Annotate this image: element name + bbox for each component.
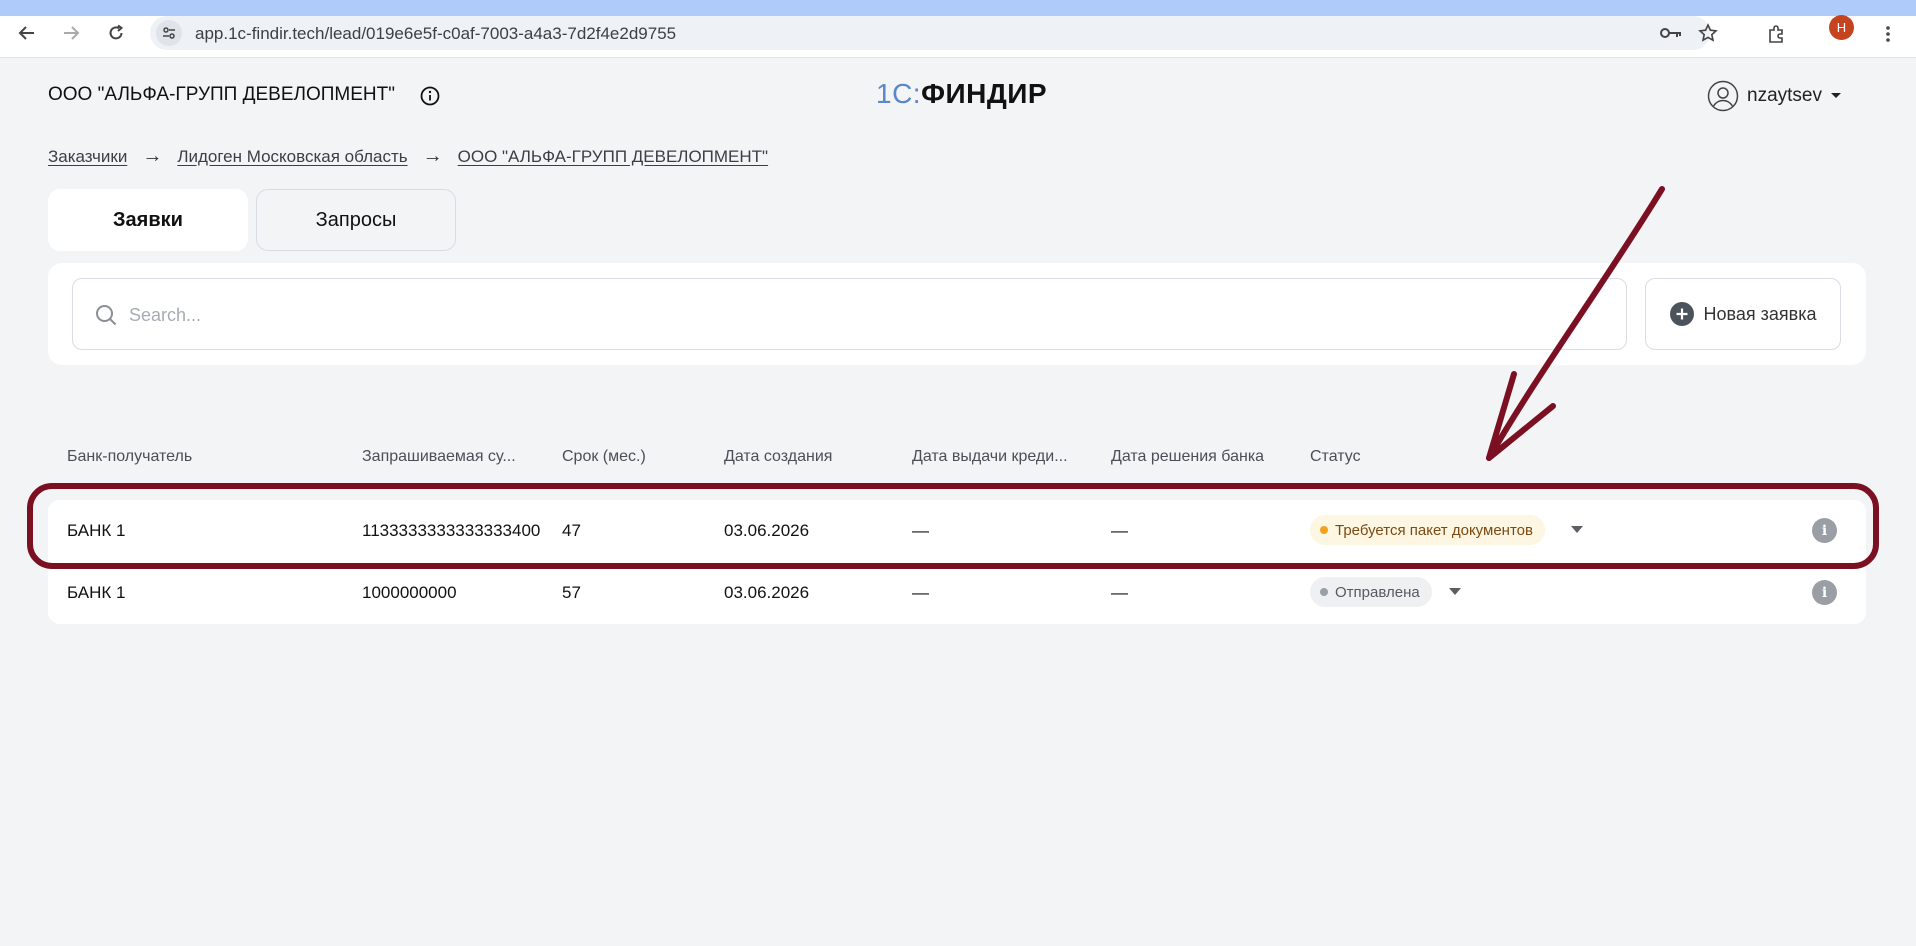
column-header-status[interactable]: Статус [1310, 448, 1361, 466]
company-title: ООО "АЛЬФА-ГРУПП ДЕВЕЛОПМЕНТ" [48, 84, 395, 105]
column-header-decision[interactable]: Дата решения банка [1111, 448, 1264, 466]
status-dot-icon [1320, 588, 1328, 596]
reload-icon [109, 24, 124, 40]
table-body: БАНК 1 1133333333333333400 47 03.06.2026… [48, 500, 1866, 624]
back-button[interactable] [12, 18, 42, 48]
column-header-amount[interactable]: Запрашиваемая су... [362, 448, 516, 466]
address-bar[interactable]: app.1c-findir.tech/lead/019e6e5f-c0af-70… [150, 16, 1718, 50]
cell-decision: — [1111, 521, 1128, 540]
column-header-bank[interactable]: Банк-получатель [67, 448, 192, 466]
breadcrumb-link-company[interactable]: ООО "АЛЬФА-ГРУПП ДЕВЕЛОПМЕНТ" [458, 147, 768, 167]
extensions-icon[interactable] [1762, 20, 1790, 48]
status-badge[interactable]: Отправлена [1310, 577, 1432, 607]
cell-bank: БАНК 1 [67, 521, 126, 540]
browser-toolbar: app.1c-findir.tech/lead/019e6e5f-c0af-70… [0, 16, 1916, 58]
status-badge[interactable]: Требуется пакет документов [1310, 515, 1545, 545]
column-header-issued[interactable]: Дата выдачи креди... [912, 448, 1068, 466]
cell-decision: — [1111, 583, 1128, 602]
password-key-icon[interactable] [1658, 20, 1684, 46]
browser-tab-strip [0, 0, 1916, 16]
caret-down-icon [1830, 93, 1841, 98]
browser-menu-icon[interactable] [1874, 20, 1902, 48]
row-info-icon[interactable]: i [1812, 580, 1837, 605]
logo-prefix: 1С: [876, 78, 922, 109]
reload-button[interactable] [101, 18, 131, 48]
cell-bank: БАНК 1 [67, 583, 126, 602]
row-info-icon[interactable]: i [1812, 518, 1837, 543]
cell-issued: — [912, 521, 929, 540]
breadcrumb-arrow-icon: → [422, 145, 443, 167]
cell-created: 03.06.2026 [724, 583, 810, 602]
cell-amount: 1133333333333333400 [362, 521, 541, 540]
company-info-icon[interactable] [419, 85, 441, 107]
table-row[interactable]: БАНК 1 1133333333333333400 47 03.06.2026… [48, 500, 1866, 562]
search-panel: Новая заявка [48, 263, 1866, 365]
table-row[interactable]: БАНК 1 1000000000 57 03.06.2026 — — Отпр… [48, 562, 1866, 624]
logo-name: ФИНДИР [921, 78, 1048, 109]
new-request-label: Новая заявка [1703, 303, 1817, 324]
tab-queries[interactable]: Запросы [256, 189, 456, 251]
status-dot-icon [1320, 526, 1328, 534]
forward-button[interactable] [56, 18, 86, 48]
annotation-arrowhead-icon [1486, 371, 1556, 461]
search-box[interactable] [72, 278, 1627, 350]
arrow-left-icon [18, 26, 34, 40]
status-label: Отправлена [1335, 583, 1420, 601]
annotation-overlay [27, 186, 1879, 569]
user-avatar-icon [1707, 80, 1739, 112]
breadcrumb-arrow-icon: → [142, 145, 163, 167]
status-dropdown-icon[interactable] [1449, 588, 1461, 595]
search-icon [96, 305, 117, 326]
status-label: Требуется пакет документов [1335, 521, 1533, 539]
app-logo[interactable]: 1С:ФИНДИР [876, 78, 1047, 110]
bookmark-star-icon[interactable] [1695, 20, 1721, 46]
table-header: Банк-получатель Запрашиваемая су... Срок… [48, 448, 1866, 470]
cell-term: 57 [562, 583, 581, 602]
site-settings-icon[interactable] [156, 20, 182, 46]
user-menu[interactable]: nzaytsev [1707, 80, 1842, 112]
breadcrumb-link-leadgen[interactable]: Лидоген Московская область [177, 147, 407, 167]
search-input[interactable] [129, 297, 1599, 333]
cell-amount: 1000000000 [362, 583, 457, 602]
cell-term: 47 [562, 521, 581, 540]
username: nzaytsev [1747, 85, 1822, 106]
breadcrumb: Заказчики → Лидоген Московская область →… [48, 145, 768, 168]
tab-requests[interactable]: Заявки [48, 189, 248, 251]
plus-circle-icon [1669, 302, 1694, 326]
cell-created: 03.06.2026 [724, 521, 810, 540]
new-request-button[interactable]: Новая заявка [1645, 278, 1841, 350]
status-dropdown-icon[interactable] [1571, 526, 1583, 533]
arrow-right-icon [64, 26, 80, 40]
breadcrumb-link-customers[interactable]: Заказчики [48, 147, 127, 167]
url-text[interactable]: app.1c-findir.tech/lead/019e6e5f-c0af-70… [195, 24, 676, 44]
column-header-term[interactable]: Срок (мес.) [562, 448, 646, 466]
cell-issued: — [912, 583, 929, 602]
browser-profile-avatar[interactable]: Н [1829, 15, 1854, 40]
column-header-created[interactable]: Дата создания [724, 448, 832, 466]
